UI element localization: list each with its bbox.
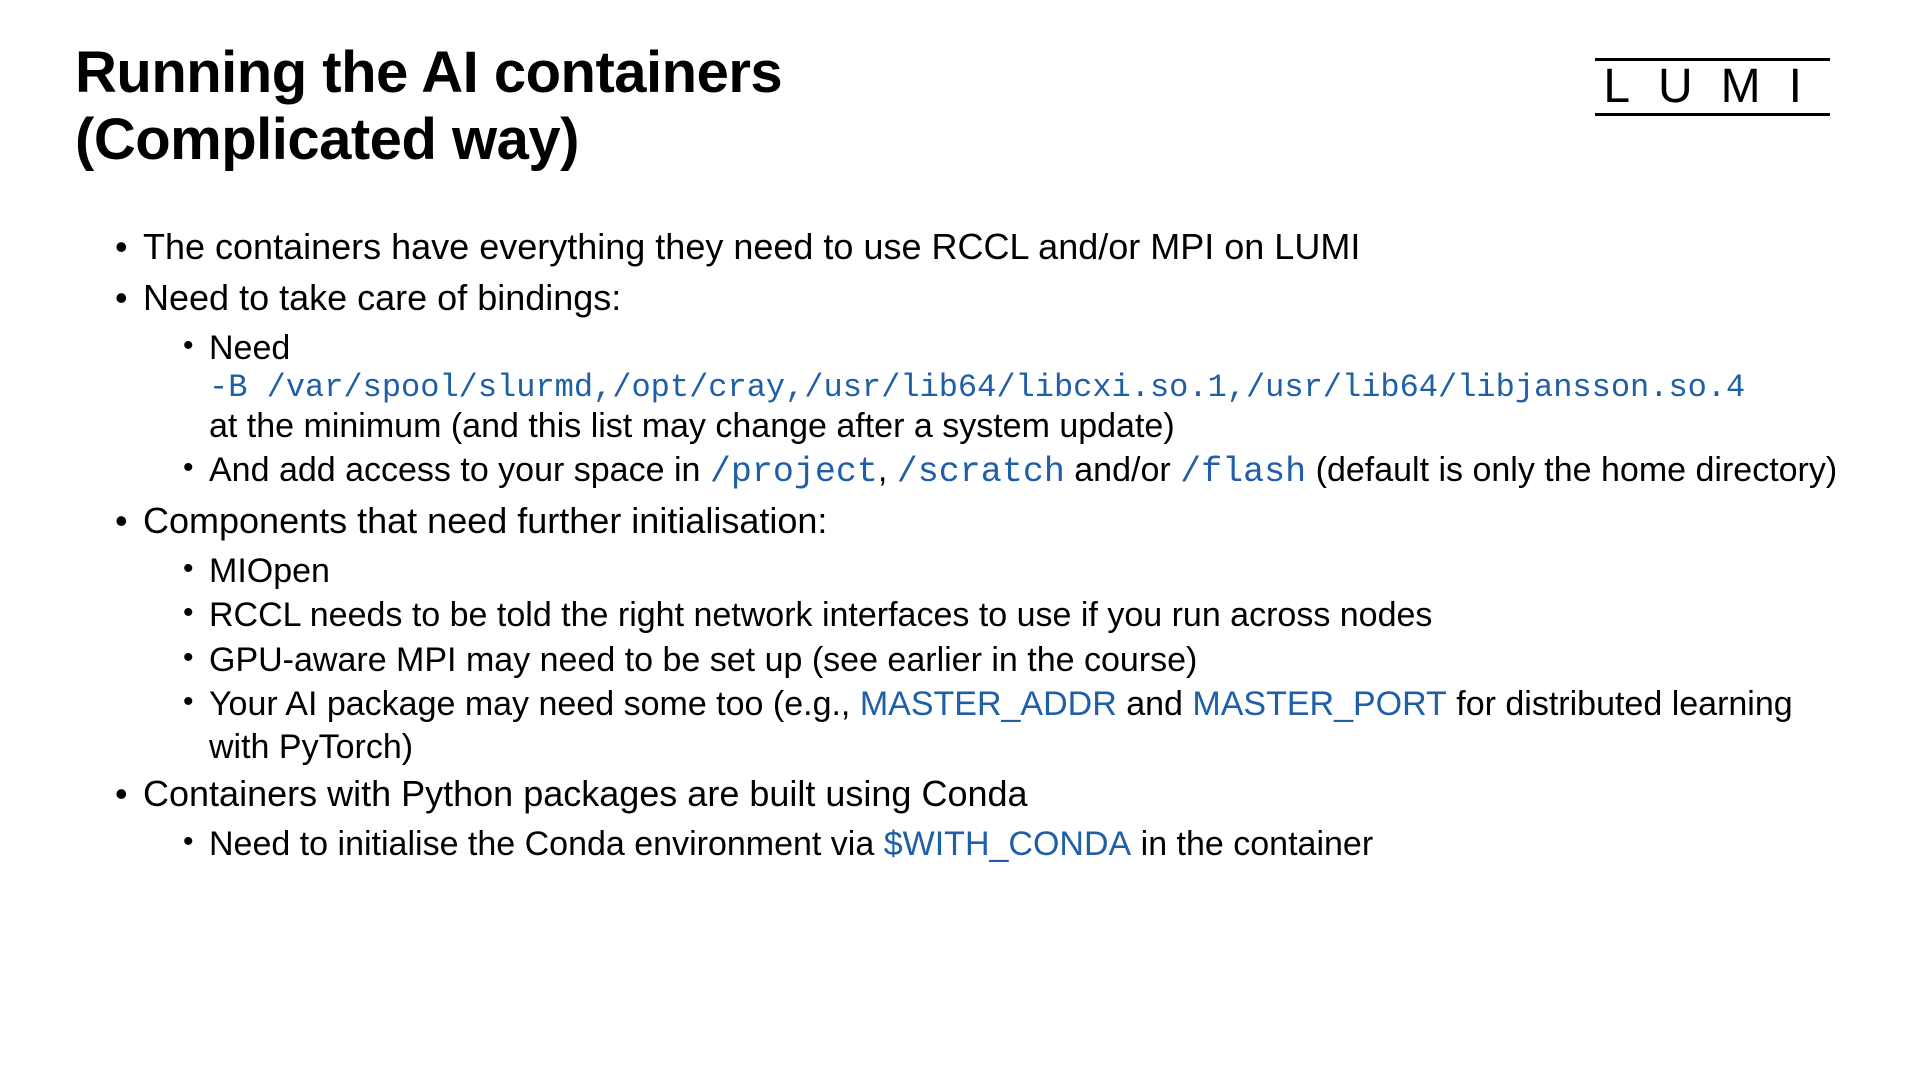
bindings-sublist: Need -B /var/spool/slurmd,/opt/cray,/usr…: [143, 327, 1845, 495]
slide-header: Running the AI containers (Complicated w…: [75, 40, 1845, 173]
slide-title: Running the AI containers (Complicated w…: [75, 40, 782, 173]
sub-text-pre: Need to initialise the Conda environment…: [209, 825, 884, 863]
code-bind-flag: -B /var/spool/slurmd,/opt/cray,/usr/lib6…: [209, 371, 1845, 405]
sub-text-post: in the container: [1131, 825, 1373, 863]
sub-text-pre: Need: [209, 329, 290, 367]
sub-bullet-rccl-net: RCCL needs to be told the right network …: [183, 594, 1845, 637]
lumi-logo-text: LUMI: [1595, 58, 1830, 116]
bullet-text: The containers have everything they need…: [143, 226, 1360, 267]
code-master-port: MASTER_PORT: [1192, 685, 1446, 723]
code-path-project: /project: [710, 452, 878, 492]
code-with-conda: $WITH_CONDA: [884, 825, 1131, 863]
conda-sublist: Need to initialise the Conda environment…: [143, 823, 1845, 866]
sub-text-post: (default is only the home directory): [1306, 451, 1837, 489]
bullet-text: Containers with Python packages are buil…: [143, 773, 1028, 814]
components-sublist: MIOpen RCCL needs to be told the right n…: [143, 550, 1845, 769]
code-path-flash: /flash: [1180, 452, 1306, 492]
sub-text-post: at the minimum (and this list may change…: [209, 407, 1175, 445]
sep: and: [1117, 685, 1193, 723]
sub-text-pre: And add access to your space in: [209, 451, 710, 489]
bullet-components-init: Components that need further initialisat…: [115, 497, 1845, 768]
code-path-scratch: /scratch: [897, 452, 1065, 492]
sub-bullet-access-space: And add access to your space in /project…: [183, 449, 1845, 495]
title-line-1: Running the AI containers: [75, 40, 782, 105]
content-list: The containers have everything they need…: [75, 223, 1845, 865]
sub-bullet-ai-package: Your AI package may need some too (e.g.,…: [183, 683, 1845, 768]
sub-bullet-miopen: MIOpen: [183, 550, 1845, 593]
bullet-text: Components that need further initialisat…: [143, 500, 827, 541]
bullet-conda: Containers with Python packages are buil…: [115, 770, 1845, 865]
sub-bullet-need-bind: Need -B /var/spool/slurmd,/opt/cray,/usr…: [183, 327, 1845, 448]
bullet-text: Need to take care of bindings:: [143, 277, 621, 318]
code-master-addr: MASTER_ADDR: [860, 685, 1117, 723]
bullet-rccl-mpi: The containers have everything they need…: [115, 223, 1845, 272]
bullet-bindings: Need to take care of bindings: Need -B /…: [115, 274, 1845, 495]
sub-bullet-with-conda: Need to initialise the Conda environment…: [183, 823, 1845, 866]
sub-text: GPU-aware MPI may need to be set up (see…: [209, 641, 1197, 679]
sub-text-pre: Your AI package may need some too (e.g.,: [209, 685, 860, 723]
sub-text: MIOpen: [209, 552, 330, 590]
sep: ,: [878, 451, 897, 489]
title-line-2: (Complicated way): [75, 107, 579, 172]
lumi-logo: LUMI: [1595, 58, 1830, 116]
sep: and/or: [1065, 451, 1180, 489]
sub-text: RCCL needs to be told the right network …: [209, 596, 1432, 634]
sub-bullet-gpu-mpi: GPU-aware MPI may need to be set up (see…: [183, 639, 1845, 682]
